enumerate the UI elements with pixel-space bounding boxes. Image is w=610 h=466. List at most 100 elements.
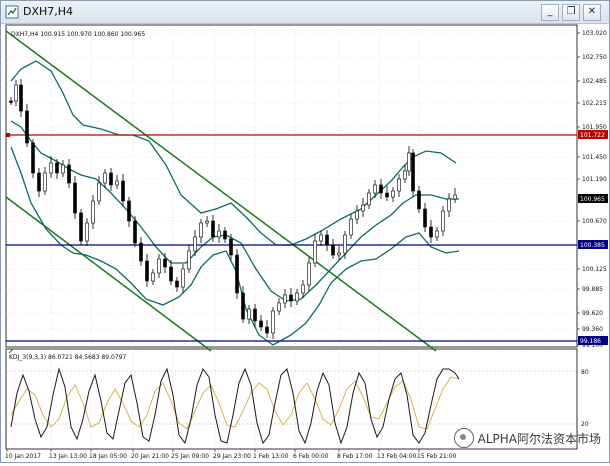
candle-body xyxy=(265,326,269,334)
candle-body xyxy=(235,254,239,294)
candle-body xyxy=(175,280,179,288)
candle-body xyxy=(379,184,383,194)
candle-body xyxy=(391,190,395,198)
candle-body xyxy=(289,294,293,302)
candle-body xyxy=(145,260,149,282)
candle-body xyxy=(241,292,245,320)
candle-body xyxy=(133,220,137,244)
candle-body xyxy=(109,172,113,186)
candle-body xyxy=(139,242,143,262)
time-axis: 10 Jan 2017 13 Jan 13:00 18 Jan 05:00 20 Ja… xyxy=(5,449,457,460)
candle-body xyxy=(313,240,317,264)
time-tick-label: 20 Jan 21:00 xyxy=(131,453,169,460)
candle-body xyxy=(271,310,275,334)
price-axis: 103.020 102.750 102.485 102.215 101.950 101.4… xyxy=(577,30,607,349)
candle-body xyxy=(223,230,227,240)
window-title: DXH7,H4 xyxy=(23,5,74,18)
candle-body xyxy=(91,200,95,224)
time-tick-label: 15 Feb 21:00 xyxy=(417,453,457,460)
candle-body xyxy=(43,172,47,192)
candle-body xyxy=(205,220,209,224)
candle-body xyxy=(319,234,323,242)
time-tick-label: 29 Jan 23:00 xyxy=(213,453,251,460)
candle-body xyxy=(151,272,155,282)
candle-body xyxy=(397,178,401,192)
time-tick-label: 10 Jan 2017 xyxy=(5,453,41,460)
price-level-label: 99.186 xyxy=(580,338,601,345)
candle-body xyxy=(277,302,281,312)
candle-body xyxy=(37,172,41,192)
indicator-tick-80: 80 xyxy=(581,369,589,376)
candle-body xyxy=(435,230,439,238)
candle-body xyxy=(187,250,191,270)
chart-area[interactable]: DXH7,H4 100.915 100.970 100.860 100.965 … xyxy=(1,23,609,462)
price-tick-label: 101.950 xyxy=(582,124,607,131)
candle-body xyxy=(199,222,203,238)
candle-body xyxy=(349,218,353,236)
candle-body xyxy=(31,142,35,174)
minimize-button[interactable]: _ xyxy=(541,4,559,21)
candle-body xyxy=(283,294,287,304)
candle-body xyxy=(259,320,263,328)
price-tick-label: 100.670 xyxy=(582,218,607,225)
candle-body xyxy=(343,234,347,254)
candle-body xyxy=(247,308,251,320)
candle-body xyxy=(417,190,421,210)
chart-window: DXH7,H4 _ ❐ ✕ DXH7,H4 100.915 100.970 10… xyxy=(0,0,610,463)
price-tick-label: 100.125 xyxy=(582,266,607,273)
restore-button[interactable]: ❐ xyxy=(562,4,580,21)
watermark: ALPHA阿尔法资本市场 xyxy=(453,428,601,448)
price-tick-label: 99.885 xyxy=(582,286,603,293)
price-tick-label: 102.215 xyxy=(582,100,607,107)
candle-body xyxy=(429,226,433,238)
candle-body xyxy=(337,252,341,256)
candle-body xyxy=(367,192,371,206)
candle-body xyxy=(211,220,215,238)
price-tick-label: 99.360 xyxy=(582,326,603,333)
candle-body xyxy=(301,284,305,294)
info-line: DXH7,H4 100.915 100.970 100.860 100.965 xyxy=(11,31,145,38)
candle-body xyxy=(97,182,101,202)
time-tick-label: 13 Feb 04:00 xyxy=(377,453,417,460)
candle-body xyxy=(163,258,167,268)
candle-body xyxy=(253,308,257,322)
candle-body xyxy=(67,164,71,184)
candle-body xyxy=(73,182,77,214)
candle-body xyxy=(331,244,335,256)
time-tick-label: 1 Feb 13:00 xyxy=(253,453,289,460)
watermark-text: ALPHA阿尔法资本市场 xyxy=(477,431,601,446)
candle-body xyxy=(411,152,415,192)
price-level-label: 100.965 xyxy=(580,196,605,203)
indicator-label: KDJ_3(9,3,3) 86.0721 84.5683 89.0797 xyxy=(9,354,126,361)
candle-body xyxy=(157,258,161,274)
candle-body xyxy=(14,84,18,102)
price-level-label: 101.722 xyxy=(580,132,605,139)
candle-body xyxy=(181,268,185,288)
candle-body xyxy=(385,192,389,198)
candle-body xyxy=(407,152,411,172)
candle-body xyxy=(127,200,131,222)
candle-body xyxy=(85,222,89,242)
candle-body xyxy=(169,266,173,282)
price-tick-label: 101.450 xyxy=(582,154,607,161)
price-tick-label: 103.020 xyxy=(582,30,607,37)
time-tick-label: 13 Jan 13:00 xyxy=(49,453,87,460)
watermark-logo-icon xyxy=(453,428,474,448)
price-chart[interactable]: DXH7,H4 100.915 100.970 100.860 100.965 … xyxy=(1,23,609,462)
resistance-anchor xyxy=(6,133,10,137)
candle-body xyxy=(355,210,359,220)
candle-body xyxy=(193,236,197,252)
candle-body xyxy=(79,212,83,242)
time-tick-label: 8 Feb 17:00 xyxy=(337,453,373,460)
candle-body xyxy=(55,162,59,174)
candle-body xyxy=(423,208,427,228)
price-level-label: 100.385 xyxy=(580,242,605,249)
candle-body xyxy=(295,292,299,302)
candle-body xyxy=(9,100,13,103)
candle-body xyxy=(403,170,407,180)
close-button[interactable]: ✕ xyxy=(583,4,601,21)
price-tick-label: 101.190 xyxy=(582,176,607,183)
title-bar: DXH7,H4 _ ❐ ✕ xyxy=(1,1,609,24)
candle-body xyxy=(325,234,329,246)
candle-body xyxy=(229,238,233,256)
